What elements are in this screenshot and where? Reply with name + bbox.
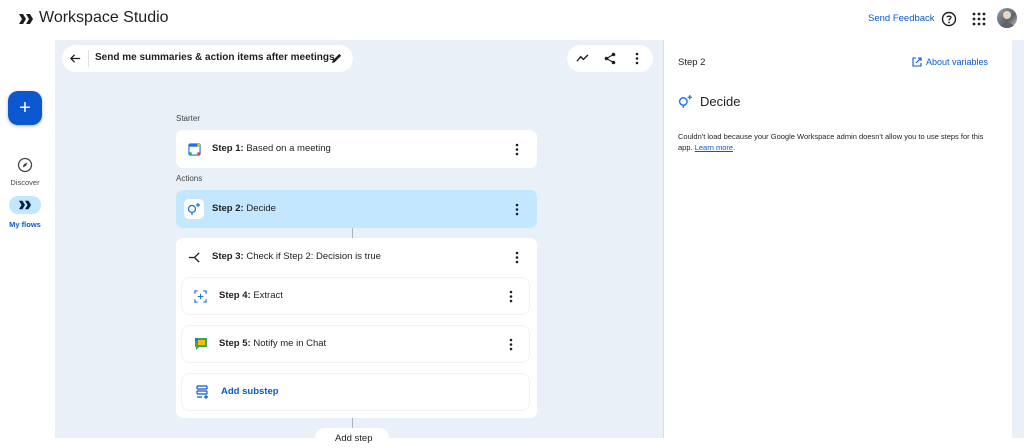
open-in-new-icon — [912, 57, 922, 67]
about-variables-text: About variables — [926, 57, 989, 67]
step-4-prefix: Step 4: — [219, 290, 251, 301]
step-3-label: Step 3: Check if Step 2: Decision is tru… — [212, 251, 381, 262]
about-variables-link[interactable]: About variables — [912, 57, 988, 67]
help-icon[interactable] — [941, 11, 957, 27]
step-1-prefix: Step 1: — [212, 143, 244, 154]
apps-grid-icon[interactable] — [971, 11, 987, 27]
flow-title-bar: Send me summaries & action items after m… — [62, 45, 353, 72]
more-vert-icon[interactable] — [635, 52, 639, 65]
panel-step-label: Step 2 — [678, 57, 706, 68]
panel-message-end: . — [733, 143, 736, 152]
google-chat-icon — [195, 338, 207, 350]
step-4-text: Extract — [250, 290, 283, 301]
step-3-prefix: Step 3: — [212, 251, 244, 262]
extract-icon — [194, 290, 207, 303]
send-feedback-link[interactable]: Send Feedback — [868, 13, 935, 24]
step-3-text: Check if Step 2: Decision is true — [243, 251, 381, 262]
step-2-label: Step 2: Decide — [212, 203, 276, 214]
actions-label: Actions — [176, 174, 203, 183]
title-divider — [88, 50, 89, 67]
step-2-more-icon[interactable] — [515, 203, 519, 216]
add-substep-label: Add substep — [221, 386, 279, 397]
my-flows-icon — [19, 200, 31, 210]
step-4-card[interactable]: Step 4: Extract — [182, 278, 529, 314]
app-title: Workspace Studio — [39, 9, 169, 26]
step-4-label: Step 4: Extract — [219, 290, 283, 301]
add-substep-icon — [196, 385, 208, 399]
step-4-more-icon[interactable] — [509, 290, 513, 303]
connector-line — [352, 228, 353, 238]
panel-error-message: Couldn't load because your Google Worksp… — [678, 131, 998, 153]
step-1-text: Based on a meeting — [243, 143, 331, 154]
right-edge-strip — [1012, 40, 1024, 438]
flow-actions-bar — [567, 45, 653, 72]
step-2-text: Decide — [243, 203, 276, 214]
workspace-studio-logo-icon[interactable] — [18, 11, 34, 27]
add-substep-button[interactable]: Add substep — [182, 374, 529, 410]
panel-title: Decide — [700, 94, 741, 109]
activity-icon[interactable] — [576, 53, 589, 64]
decide-icon — [187, 203, 200, 215]
starter-label: Starter — [176, 114, 201, 123]
step-2-card[interactable]: Step 2: Decide — [176, 190, 537, 228]
share-icon[interactable] — [604, 52, 616, 65]
new-flow-button[interactable]: + — [8, 91, 42, 125]
step-3-more-icon[interactable] — [515, 251, 519, 264]
step-1-card[interactable]: Step 1: Based on a meeting — [176, 130, 537, 168]
connector-line-bottom — [352, 418, 353, 428]
step-5-card[interactable]: Step 5: Notify me in Chat — [182, 326, 529, 362]
add-step-button[interactable]: Add step — [315, 428, 389, 448]
add-step-label: Add step — [335, 433, 373, 444]
step-2-prefix: Step 2: — [212, 203, 244, 214]
discover-label[interactable]: Discover — [0, 178, 50, 187]
step-1-more-icon[interactable] — [515, 143, 519, 156]
edit-pencil-icon[interactable] — [330, 52, 343, 65]
step-5-more-icon[interactable] — [509, 338, 513, 351]
step-5-text: Notify me in Chat — [250, 338, 327, 349]
back-arrow-icon[interactable] — [69, 52, 82, 65]
step-5-prefix: Step 5: — [219, 338, 251, 349]
learn-more-link[interactable]: Learn more — [695, 143, 733, 152]
panel-decide-icon — [678, 95, 692, 108]
step-5-label: Step 5: Notify me in Chat — [219, 338, 326, 349]
my-flows-nav[interactable] — [9, 196, 41, 214]
compass-icon[interactable] — [17, 157, 33, 173]
flow-title[interactable]: Send me summaries & action items after m… — [95, 52, 335, 63]
calendar-icon — [188, 143, 201, 156]
my-flows-label[interactable]: My flows — [0, 220, 50, 229]
avatar[interactable] — [997, 8, 1017, 28]
branch-icon — [188, 252, 200, 263]
step-1-label: Step 1: Based on a meeting — [212, 143, 331, 154]
decide-icon-box — [184, 199, 204, 219]
